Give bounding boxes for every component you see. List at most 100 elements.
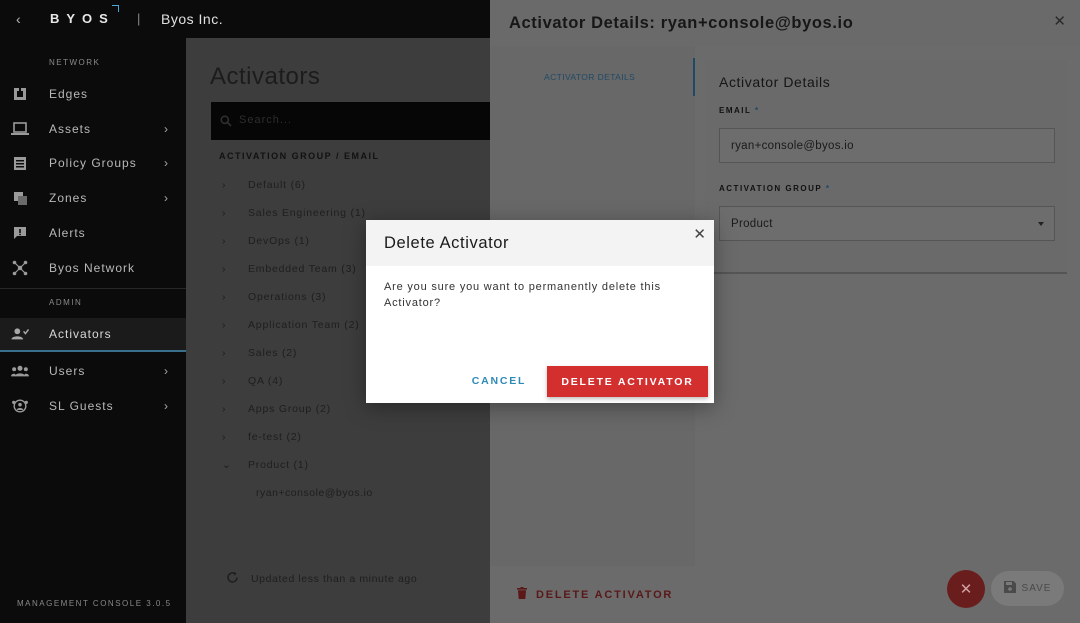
- tree-row-group[interactable]: › Sales Engineering (1): [222, 207, 366, 219]
- fab-close-button[interactable]: ✕: [947, 570, 985, 608]
- group-label: Sales (2): [248, 347, 298, 359]
- required-marker: *: [825, 184, 831, 193]
- tree-row-group[interactable]: › Application Team (2): [222, 319, 360, 331]
- sidebar-item-label: Activators: [49, 327, 112, 341]
- tree-row-group[interactable]: › DevOps (1): [222, 235, 310, 247]
- dialog-title: Delete Activator: [384, 234, 510, 252]
- search-placeholder: Search...: [239, 114, 293, 126]
- chevron-right-icon: ›: [164, 364, 168, 378]
- logo-separator: |: [137, 11, 141, 26]
- group-label: Default (6): [248, 179, 306, 191]
- tree-row-group[interactable]: › fe-test (2): [222, 431, 302, 443]
- chevron-right-icon: ›: [222, 403, 227, 415]
- search-icon: [220, 114, 232, 127]
- group-label: Application Team (2): [248, 319, 360, 331]
- chevron-right-icon: ›: [164, 399, 168, 413]
- sidebar-item-sl-guests[interactable]: SL Guests ›: [0, 389, 186, 423]
- sidebar-item-activators[interactable]: Activators: [0, 318, 186, 352]
- sidebar-item-assets[interactable]: Assets ›: [0, 112, 186, 146]
- email-label: EMAIL *: [719, 106, 760, 115]
- users-icon: [11, 362, 29, 380]
- email-field[interactable]: ryan+console@byos.io: [719, 128, 1055, 163]
- group-label: fe-test (2): [248, 431, 302, 443]
- page-title: Activators: [210, 63, 321, 90]
- tree-row-group[interactable]: › Embedded Team (3): [222, 263, 357, 275]
- activation-group-label: ACTIVATION GROUP *: [719, 184, 830, 193]
- byos-logo: BYOS: [50, 11, 115, 26]
- group-label-text: ACTIVATION GROUP: [719, 184, 823, 193]
- sidebar-item-label: Alerts: [49, 226, 86, 240]
- close-icon: ✕: [959, 581, 973, 598]
- updated-status: Updated less than a minute ago: [226, 571, 417, 587]
- close-icon[interactable]: ✕: [1053, 12, 1066, 30]
- drawer-tab-activator-details[interactable]: ACTIVATOR DETAILS: [490, 58, 695, 96]
- group-label: Sales Engineering (1): [248, 207, 366, 219]
- drawer-delete-label: DELETE ACTIVATOR: [536, 588, 674, 601]
- sidebar-item-label: Zones: [49, 191, 88, 205]
- drawer-title: Activator Details: ryan+console@byos.io: [509, 14, 854, 32]
- group-label: DevOps (1): [248, 235, 310, 247]
- alert-icon: [11, 224, 29, 242]
- chevron-right-icon: ›: [222, 319, 227, 331]
- activation-group-value: Product: [731, 218, 773, 230]
- chevron-right-icon: ›: [222, 291, 227, 303]
- chevron-right-icon: ›: [222, 179, 227, 191]
- tree-row-email[interactable]: ryan+console@byos.io: [256, 487, 373, 499]
- sidebar-item-label: Byos Network: [49, 261, 136, 275]
- tree-row-group[interactable]: › Sales (2): [222, 347, 297, 359]
- sidebar-item-label: SL Guests: [49, 399, 114, 413]
- section-label-network: NETWORK: [49, 58, 101, 67]
- activation-group-select[interactable]: Product: [719, 206, 1055, 241]
- tree-row-group[interactable]: › Default (6): [222, 179, 306, 191]
- group-label: QA (4): [248, 375, 284, 387]
- close-icon[interactable]: ✕: [693, 225, 706, 243]
- delete-activator-dialog: Delete Activator ✕ Are you sure you want…: [366, 220, 714, 403]
- sidebar-item-zones[interactable]: Zones ›: [0, 181, 186, 215]
- search-input[interactable]: Search...: [211, 102, 490, 140]
- chevron-right-icon: ›: [222, 235, 227, 247]
- sidebar-divider: [0, 288, 186, 289]
- group-label: Operations (3): [248, 291, 327, 303]
- sidebar-item-byos-network[interactable]: Byos Network: [0, 251, 186, 285]
- sidebar-item-alerts[interactable]: Alerts: [0, 216, 186, 250]
- refresh-icon[interactable]: [226, 571, 239, 587]
- tree-row-group[interactable]: › Operations (3): [222, 291, 326, 303]
- sidebar-item-label: Policy Groups: [49, 156, 137, 170]
- delete-activator-button[interactable]: DELETE ACTIVATOR: [547, 366, 708, 397]
- dialog-message: Are you sure you want to permanently del…: [384, 281, 661, 309]
- dialog-header: Delete Activator ✕: [366, 220, 714, 266]
- tree-row-group-expanded[interactable]: ⌄ Product (1): [222, 459, 309, 471]
- email-value: ryan+console@byos.io: [731, 140, 854, 152]
- chevron-right-icon: ›: [164, 122, 168, 136]
- group-label: Embedded Team (3): [248, 263, 357, 275]
- org-name: Byos Inc.: [161, 11, 224, 27]
- tree-row-group[interactable]: › Apps Group (2): [222, 403, 331, 415]
- chevron-right-icon: ›: [222, 375, 227, 387]
- cancel-button[interactable]: CANCEL: [464, 368, 534, 394]
- activator-details-form: Activator Details EMAIL * ryan+console@b…: [705, 60, 1067, 274]
- chevron-right-icon: ›: [222, 263, 227, 275]
- tree-row-group[interactable]: › QA (4): [222, 375, 283, 387]
- sidebar-item-policy-groups[interactable]: Policy Groups ›: [0, 146, 186, 180]
- sidebar-item-edges[interactable]: Edges: [0, 77, 186, 111]
- drawer-tab-label: ACTIVATOR DETAILS: [544, 72, 636, 82]
- section-label-admin: ADMIN: [49, 298, 83, 307]
- sidebar-item-label: Edges: [49, 87, 89, 101]
- chevron-right-icon: ›: [222, 347, 227, 359]
- section-heading: Activator Details: [719, 74, 831, 90]
- drawer-delete-button[interactable]: DELETE ACTIVATOR: [517, 587, 673, 602]
- email-label-text: EMAIL: [719, 106, 752, 115]
- chevron-left-icon[interactable]: ‹: [16, 11, 21, 27]
- drawer-footer: DELETE ACTIVATOR ✕ SAVE: [490, 566, 1080, 623]
- drawer-header: Activator Details: ryan+console@byos.io …: [490, 0, 1080, 46]
- edges-icon: [11, 85, 29, 103]
- sidebar-item-users[interactable]: Users ›: [0, 354, 186, 388]
- network-icon: [11, 259, 29, 277]
- sidebar-item-label: Users: [49, 364, 86, 378]
- chevron-down-icon: ⌄: [222, 459, 232, 471]
- chevron-right-icon: ›: [222, 207, 227, 219]
- save-button[interactable]: SAVE: [991, 571, 1064, 606]
- laptop-icon: [11, 120, 29, 138]
- group-label: Apps Group (2): [248, 403, 331, 415]
- updated-text: Updated less than a minute ago: [251, 573, 418, 585]
